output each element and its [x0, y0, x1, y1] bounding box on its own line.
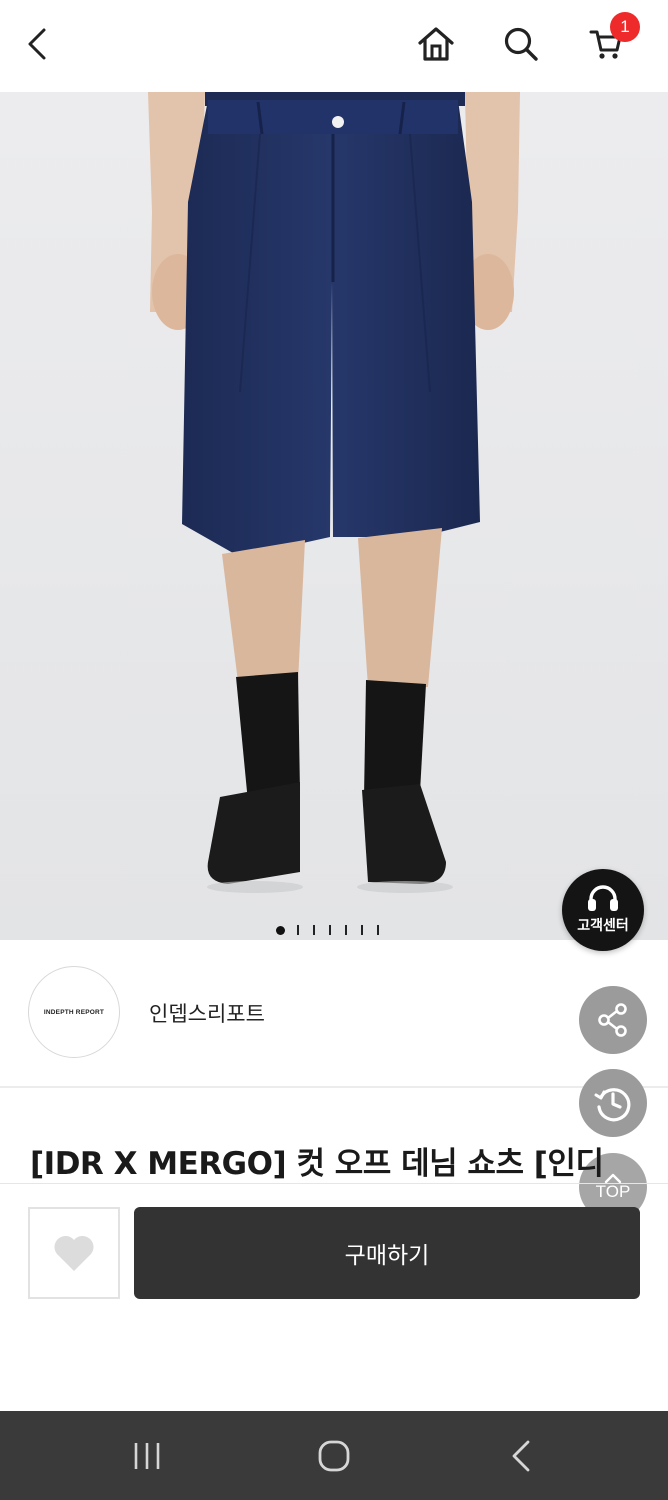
- product-image-carousel[interactable]: [0, 92, 668, 940]
- wishlist-button[interactable]: [28, 1207, 120, 1299]
- carousel-dot[interactable]: [376, 925, 379, 935]
- product-detail-screen: 1 INDEPTH REPORT 인뎁스리포트 고객센터 TOP [IDR X …: [0, 0, 668, 1500]
- carousel-dot[interactable]: [328, 925, 331, 935]
- carousel-dot[interactable]: [360, 925, 363, 935]
- search-icon: [504, 27, 538, 61]
- brand-logo-text: INDEPTH REPORT: [43, 1008, 105, 1016]
- share-button[interactable]: [579, 986, 647, 1054]
- history-icon: [594, 1088, 631, 1122]
- product-title: [IDR X MERGO] 컷 오프 데님 쇼츠 [인디: [30, 1146, 604, 1182]
- product-photo: [0, 92, 668, 940]
- home-button[interactable]: [410, 18, 462, 70]
- customer-center-label: 고객센터: [577, 918, 629, 934]
- circle-home-icon: [318, 1440, 350, 1472]
- recently-viewed-button[interactable]: [579, 1069, 647, 1137]
- back-button[interactable]: [12, 18, 64, 70]
- buy-button[interactable]: 구매하기: [134, 1207, 640, 1299]
- heart-icon: [54, 1235, 94, 1271]
- system-navigation-bar: [0, 1411, 668, 1500]
- recents-button[interactable]: [117, 1433, 177, 1479]
- carousel-dot[interactable]: [344, 925, 347, 935]
- back-icon: [512, 1440, 530, 1472]
- divider: [0, 1183, 668, 1184]
- brand-row[interactable]: INDEPTH REPORT 인뎁스리포트: [0, 940, 668, 1088]
- search-button[interactable]: [495, 18, 547, 70]
- share-icon: [598, 1003, 627, 1037]
- carousel-dot[interactable]: [312, 925, 315, 935]
- cart-count-badge: 1: [610, 12, 640, 42]
- top-app-bar: 1: [0, 0, 668, 92]
- chevron-left-icon: [28, 28, 46, 60]
- scroll-top-label: TOP: [595, 1182, 631, 1201]
- carousel-dot[interactable]: [296, 925, 299, 935]
- brand-name[interactable]: 인뎁스리포트: [149, 998, 265, 1028]
- brand-logo[interactable]: INDEPTH REPORT: [28, 966, 120, 1058]
- carousel-dot-active[interactable]: [275, 925, 285, 935]
- recents-icon: [134, 1443, 160, 1469]
- headset-icon: [588, 885, 618, 911]
- system-back-button[interactable]: [491, 1433, 551, 1479]
- home-icon: [418, 27, 454, 61]
- customer-center-button[interactable]: 고객센터: [562, 869, 644, 951]
- system-home-button[interactable]: [304, 1433, 364, 1479]
